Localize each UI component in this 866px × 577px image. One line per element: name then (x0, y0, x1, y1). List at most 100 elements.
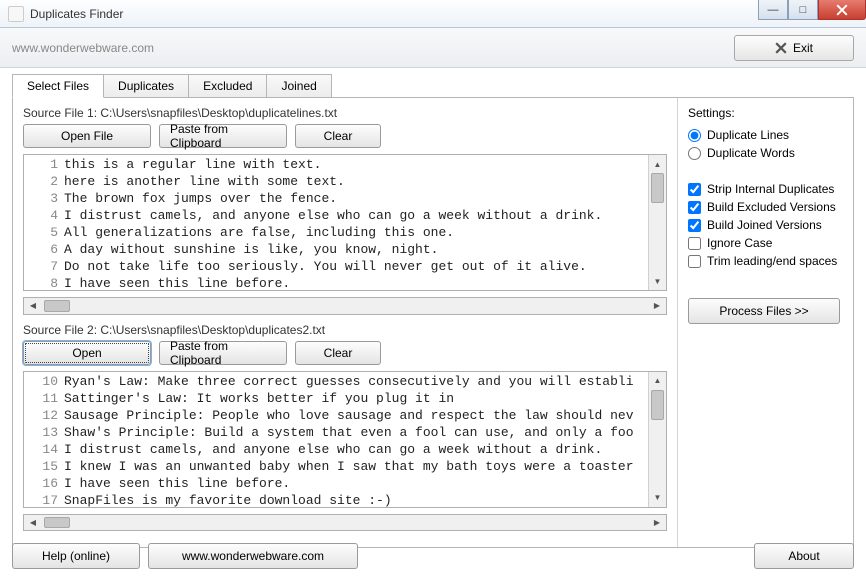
checkbox-build-joined[interactable]: Build Joined Versions (688, 218, 843, 232)
source2-clear-button[interactable]: Clear (295, 341, 381, 365)
line-number: 16 (24, 475, 64, 492)
checkbox-ignore-case[interactable]: Ignore Case (688, 236, 843, 250)
source2-label: Source File 2: C:\Users\snapfiles\Deskto… (23, 323, 667, 337)
source2-text-area[interactable]: 10Ryan's Law: Make three correct guesses… (23, 371, 667, 508)
scroll-thumb[interactable] (44, 300, 70, 311)
scroll-thumb[interactable] (651, 173, 664, 203)
line-number: 2 (24, 173, 64, 190)
tab-duplicates[interactable]: Duplicates (103, 74, 189, 97)
scroll-down-icon[interactable]: ▼ (649, 272, 666, 290)
line-text: A day without sunshine is like, you know… (64, 241, 438, 258)
line-number: 4 (24, 207, 64, 224)
maximize-button[interactable]: □ (788, 0, 818, 20)
checkbox-build-excluded[interactable]: Build Excluded Versions (688, 200, 843, 214)
line-number: 15 (24, 458, 64, 475)
checkbox-trim-spaces-input[interactable] (688, 255, 701, 268)
code-line: 14I distrust camels, and anyone else who… (24, 441, 648, 458)
line-number: 8 (24, 275, 64, 290)
help-button[interactable]: Help (online) (12, 543, 140, 569)
source2-paste-button[interactable]: Paste from Clipboard (159, 341, 287, 365)
code-line: 17SnapFiles is my favorite download site… (24, 492, 648, 507)
window-title: Duplicates Finder (30, 7, 123, 21)
tab-joined[interactable]: Joined (266, 74, 331, 97)
vendor-site-button[interactable]: www.wonderwebware.com (148, 543, 358, 569)
scroll-left-icon[interactable]: ◀ (24, 515, 42, 530)
checkbox-build-excluded-input[interactable] (688, 201, 701, 214)
source1-label: Source File 1: C:\Users\snapfiles\Deskto… (23, 106, 667, 120)
source2-vscrollbar[interactable]: ▲ ▼ (648, 372, 666, 507)
code-line: 4I distrust camels, and anyone else who … (24, 207, 648, 224)
line-text: The brown fox jumps over the fence. (64, 190, 337, 207)
about-button[interactable]: About (754, 543, 854, 569)
app-icon (8, 6, 24, 22)
minimize-button[interactable]: — (758, 0, 788, 20)
radio-duplicate-lines[interactable]: Duplicate Lines (688, 128, 843, 142)
scroll-up-icon[interactable]: ▲ (649, 155, 666, 173)
line-number: 10 (24, 373, 64, 390)
source2-open-button[interactable]: Open (23, 341, 151, 365)
scroll-left-icon[interactable]: ◀ (24, 298, 42, 313)
vendor-url-label: www.wonderwebware.com (12, 41, 154, 55)
settings-title: Settings: (688, 106, 843, 120)
code-line: 6A day without sunshine is like, you kno… (24, 241, 648, 258)
line-number: 7 (24, 258, 64, 275)
code-line: 11Sattinger's Law: It works better if yo… (24, 390, 648, 407)
checkbox-strip-internal-input[interactable] (688, 183, 701, 196)
line-text: SnapFiles is my favorite download site :… (64, 492, 392, 507)
source1-hscrollbar[interactable]: ◀ ▶ (23, 297, 667, 314)
top-toolbar: www.wonderwebware.com Exit (0, 28, 866, 68)
tab-strip: Select Files Duplicates Excluded Joined (12, 74, 866, 97)
checkbox-strip-internal[interactable]: Strip Internal Duplicates (688, 182, 843, 196)
scroll-down-icon[interactable]: ▼ (649, 489, 666, 507)
source1-text-area[interactable]: 1this is a regular line with text.2here … (23, 154, 667, 291)
scroll-up-icon[interactable]: ▲ (649, 372, 666, 390)
line-text: Shaw's Principle: Build a system that ev… (64, 424, 634, 441)
tab-select-files[interactable]: Select Files (12, 74, 104, 98)
exit-button-label: Exit (793, 41, 813, 55)
source1-paste-button[interactable]: Paste from Clipboard (159, 124, 287, 148)
code-line: 15I knew I was an unwanted baby when I s… (24, 458, 648, 475)
scroll-right-icon[interactable]: ▶ (648, 298, 666, 313)
line-number: 6 (24, 241, 64, 258)
code-line: 13Shaw's Principle: Build a system that … (24, 424, 648, 441)
source2-hscrollbar[interactable]: ◀ ▶ (23, 514, 667, 531)
radio-duplicate-lines-input[interactable] (688, 129, 701, 142)
line-text: I distrust camels, and anyone else who c… (64, 441, 602, 458)
line-number: 17 (24, 492, 64, 507)
scroll-thumb[interactable] (651, 390, 664, 420)
scroll-right-icon[interactable]: ▶ (648, 515, 666, 530)
line-text: Sattinger's Law: It works better if you … (64, 390, 454, 407)
line-text: I have seen this line before. (64, 475, 290, 492)
code-line: 5All generalizations are false, includin… (24, 224, 648, 241)
line-text: Ryan's Law: Make three correct guesses c… (64, 373, 634, 390)
checkbox-trim-spaces[interactable]: Trim leading/end spaces (688, 254, 843, 268)
exit-button[interactable]: Exit (734, 35, 854, 61)
scroll-thumb[interactable] (44, 517, 70, 528)
line-text: I knew I was an unwanted baby when I saw… (64, 458, 634, 475)
line-text: here is another line with some text. (64, 173, 345, 190)
source2-text-body: 10Ryan's Law: Make three correct guesses… (24, 372, 648, 507)
line-number: 5 (24, 224, 64, 241)
line-text: this is a regular line with text. (64, 156, 321, 173)
line-text: Do not take life too seriously. You will… (64, 258, 587, 275)
source1-open-button[interactable]: Open File (23, 124, 151, 148)
source1-vscrollbar[interactable]: ▲ ▼ (648, 155, 666, 290)
checkbox-build-joined-input[interactable] (688, 219, 701, 232)
source1-clear-button[interactable]: Clear (295, 124, 381, 148)
settings-panel: Settings: Duplicate Lines Duplicate Word… (678, 98, 853, 547)
window-titlebar: Duplicates Finder — □ (0, 0, 866, 28)
line-number: 11 (24, 390, 64, 407)
line-text: Sausage Principle: People who love sausa… (64, 407, 634, 424)
code-line: 8I have seen this line before. (24, 275, 648, 290)
line-number: 1 (24, 156, 64, 173)
radio-duplicate-words-input[interactable] (688, 147, 701, 160)
close-button[interactable] (818, 0, 866, 20)
line-text: I have seen this line before. (64, 275, 290, 290)
code-line: 16I have seen this line before. (24, 475, 648, 492)
radio-duplicate-words[interactable]: Duplicate Words (688, 146, 843, 160)
code-line: 7Do not take life too seriously. You wil… (24, 258, 648, 275)
checkbox-ignore-case-input[interactable] (688, 237, 701, 250)
code-line: 2here is another line with some text. (24, 173, 648, 190)
tab-excluded[interactable]: Excluded (188, 74, 267, 97)
process-files-button[interactable]: Process Files >> (688, 298, 840, 324)
